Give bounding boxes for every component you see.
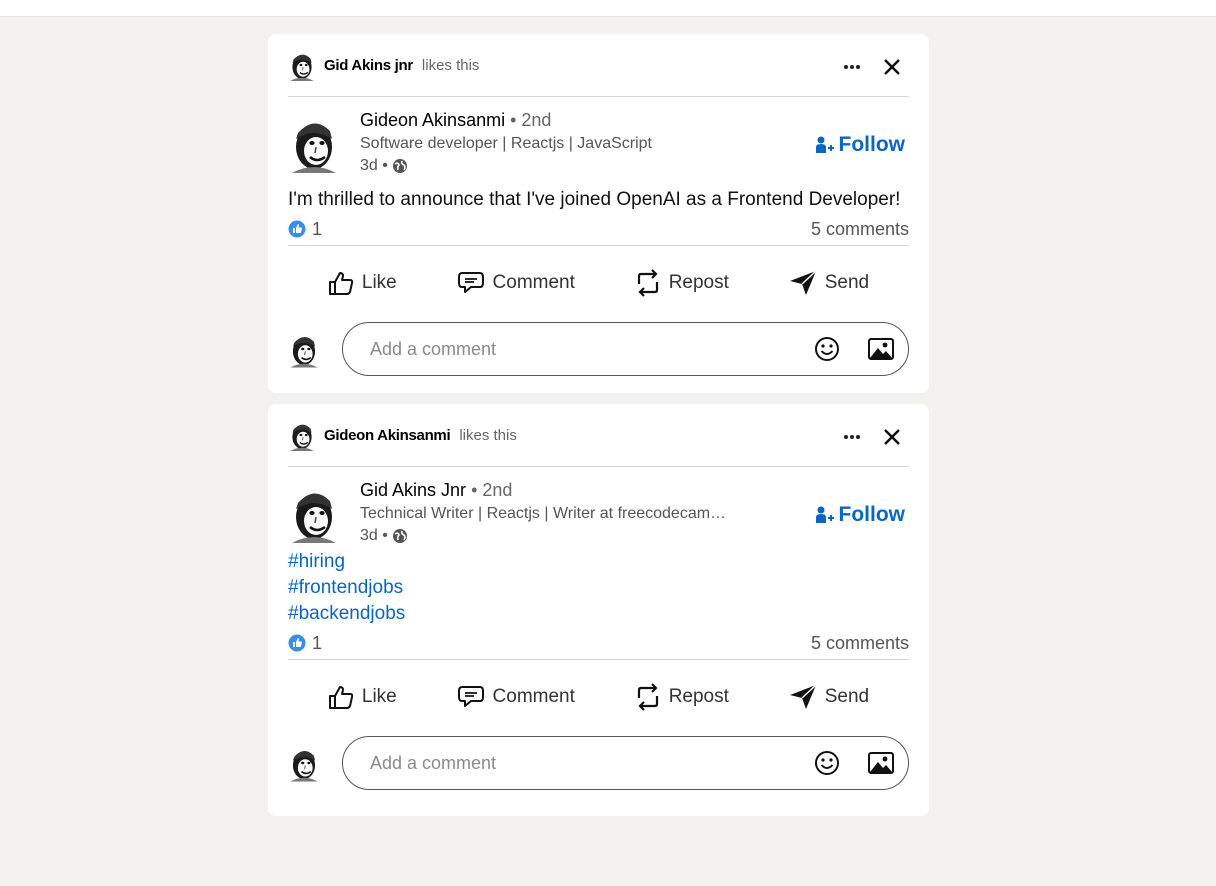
follow-button[interactable]: Follow xyxy=(815,503,906,527)
repost-label: Repost xyxy=(668,272,729,293)
connection-degree: • 2nd xyxy=(471,480,513,500)
hashtag-link[interactable]: #backendjobs xyxy=(288,601,909,627)
avatar[interactable] xyxy=(288,419,316,451)
social-action-text: likes this xyxy=(459,426,517,444)
send-icon xyxy=(789,684,817,709)
social-counts: 1 5 comments xyxy=(288,213,909,246)
avatar[interactable] xyxy=(288,113,340,173)
comment-input[interactable] xyxy=(368,751,814,775)
post-author: Gideon Akinsanmi • 2nd Software develope… xyxy=(288,97,909,181)
reactions-summary[interactable]: 1 xyxy=(288,219,322,240)
comment-label: Comment xyxy=(492,272,575,293)
author-headline: Software developer | Reactjs | JavaScrip… xyxy=(360,135,652,152)
comment-input[interactable] xyxy=(368,337,814,361)
author-name[interactable]: Gideon Akinsanmi xyxy=(360,110,505,130)
post-card: Gideon Akinsanmi likes this Gid Akins Jn… xyxy=(268,404,929,816)
connection-degree: • 2nd xyxy=(510,110,552,130)
action-bar: Like Comment Repost Send xyxy=(288,660,909,734)
like-label: Like xyxy=(361,686,397,707)
add-image-button[interactable] xyxy=(868,338,894,360)
comment-box[interactable] xyxy=(342,322,909,376)
repost-icon xyxy=(637,683,658,711)
avatar xyxy=(288,743,320,783)
post-time: 3d • xyxy=(360,157,388,174)
hashtag-link[interactable]: #frontendjobs xyxy=(288,575,909,601)
post-author: Gid Akins Jnr • 2nd Technical Writer | R… xyxy=(288,467,909,551)
like-reaction-icon xyxy=(288,634,306,652)
post-card: Gid Akins jnr likes this Gideon Akinsanm… xyxy=(268,34,929,393)
social-counts: 1 5 comments xyxy=(288,627,909,660)
feed: Gid Akins jnr likes this Gideon Akinsanm… xyxy=(268,34,929,827)
post-time: 3d • xyxy=(360,527,388,544)
image-icon xyxy=(868,752,894,774)
send-button[interactable]: Send xyxy=(789,270,869,296)
social-context: Gid Akins jnr likes this xyxy=(288,34,909,97)
comment-icon xyxy=(457,272,484,293)
dismiss-button[interactable] xyxy=(879,424,905,450)
post-text: I'm thrilled to announce that I've joine… xyxy=(288,189,901,210)
image-icon xyxy=(868,338,894,360)
social-action-text: likes this xyxy=(421,56,480,74)
add-image-button[interactable] xyxy=(868,752,894,774)
more-icon xyxy=(844,65,860,69)
close-icon xyxy=(884,429,900,445)
emoji-button[interactable] xyxy=(814,750,840,776)
emoji-icon xyxy=(815,337,839,361)
social-actor-name[interactable]: Gid Akins jnr xyxy=(324,57,413,74)
follow-label: Follow xyxy=(838,133,906,156)
more-options-button[interactable] xyxy=(839,424,865,450)
comment-composer xyxy=(288,734,909,792)
reactions-count: 1 xyxy=(312,218,323,239)
social-actor-name[interactable]: Gideon Akinsanmi xyxy=(324,427,451,444)
avatar xyxy=(288,329,320,369)
more-options-button[interactable] xyxy=(839,54,865,80)
send-label: Send xyxy=(824,686,870,707)
emoji-icon xyxy=(815,751,839,775)
repost-button[interactable]: Repost xyxy=(635,682,729,712)
comment-button[interactable]: Comment xyxy=(457,271,575,295)
social-context: Gideon Akinsanmi likes this xyxy=(288,404,909,467)
like-button[interactable]: Like xyxy=(328,270,397,296)
comment-composer xyxy=(288,320,909,378)
repost-icon xyxy=(637,269,658,297)
like-icon xyxy=(328,686,354,709)
post-hashtags: #hiring #frontendjobs #backendjobs xyxy=(288,549,909,627)
reactions-count: 1 xyxy=(312,632,323,653)
reactions-summary[interactable]: 1 xyxy=(288,633,322,654)
author-name[interactable]: Gid Akins Jnr xyxy=(360,480,466,500)
globe-icon xyxy=(392,528,408,544)
comment-button[interactable]: Comment xyxy=(457,685,575,709)
comment-box[interactable] xyxy=(342,736,909,790)
emoji-button[interactable] xyxy=(814,336,840,362)
like-icon xyxy=(328,272,354,295)
hashtag-link[interactable]: #hiring xyxy=(288,549,909,575)
repost-label: Repost xyxy=(668,686,729,707)
globe-icon xyxy=(392,158,408,174)
avatar[interactable] xyxy=(288,483,340,543)
dismiss-button[interactable] xyxy=(879,54,905,80)
avatar[interactable] xyxy=(288,49,316,81)
like-label: Like xyxy=(361,272,397,293)
comments-count[interactable]: 5 comments xyxy=(811,633,909,654)
top-bar xyxy=(0,0,1216,17)
action-bar: Like Comment Repost Send xyxy=(288,246,909,320)
comment-icon xyxy=(457,686,484,707)
send-icon xyxy=(789,270,817,295)
comments-count[interactable]: 5 comments xyxy=(811,219,909,240)
more-icon xyxy=(844,435,860,439)
comment-label: Comment xyxy=(492,686,575,707)
follow-icon xyxy=(815,136,834,153)
like-reaction-icon xyxy=(288,220,306,238)
close-icon xyxy=(884,59,900,75)
follow-label: Follow xyxy=(838,503,906,526)
repost-button[interactable]: Repost xyxy=(635,268,729,298)
author-headline: Technical Writer | Reactjs | Writer at f… xyxy=(360,505,727,522)
follow-button[interactable]: Follow xyxy=(815,133,906,157)
send-label: Send xyxy=(824,272,870,293)
like-button[interactable]: Like xyxy=(328,684,397,710)
follow-icon xyxy=(815,506,834,523)
send-button[interactable]: Send xyxy=(789,684,869,710)
